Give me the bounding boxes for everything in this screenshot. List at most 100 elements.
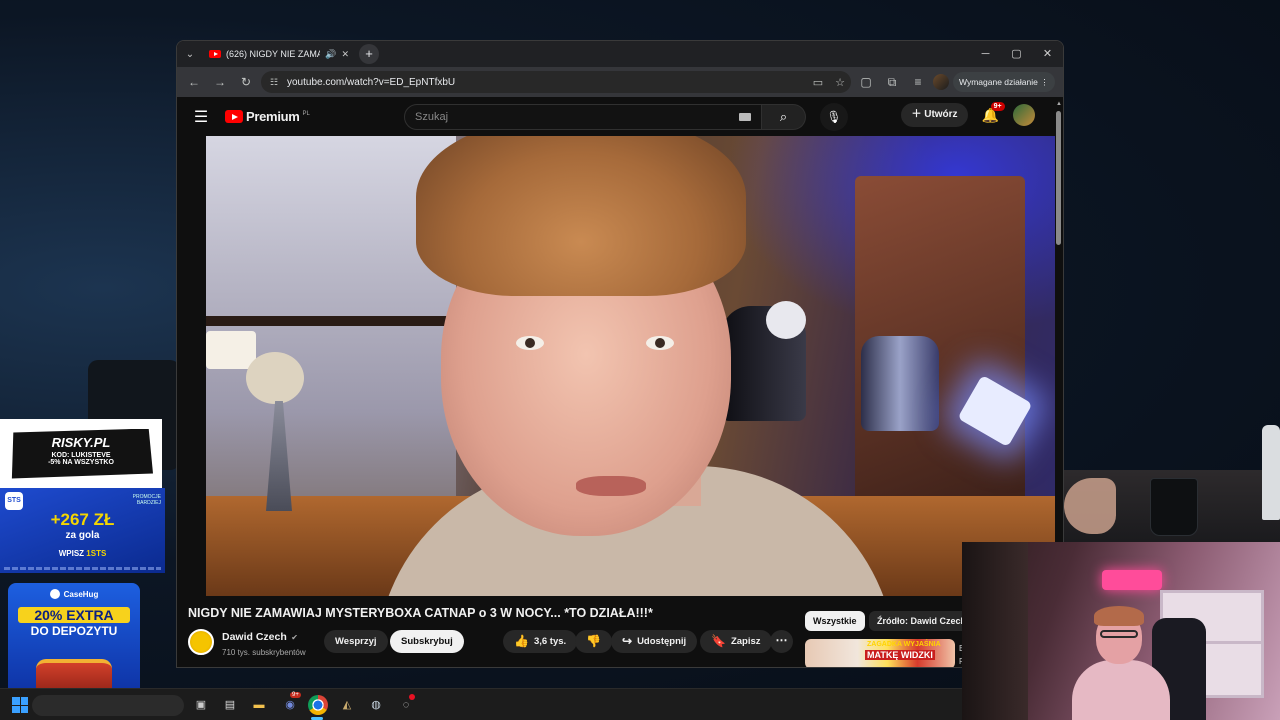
file-explorer-icon[interactable]: ▬ <box>249 695 269 715</box>
reload-icon[interactable]: ↻ <box>235 71 257 93</box>
support-button[interactable]: Wesprzyj <box>324 630 388 653</box>
channel-avatar[interactable] <box>188 629 214 655</box>
app-window-icon[interactable]: ▤ <box>220 695 240 715</box>
keyboard-icon[interactable] <box>739 113 751 121</box>
tab-title: (626) NIGDY NIE ZAMAWIAJ MYSTERYBOXA CAT… <box>226 49 321 59</box>
voice-search-button[interactable]: 🎙 <box>820 103 848 131</box>
header-actions: ＋ Utwórz 🔔 9+ <box>901 101 1035 127</box>
video-person-eye-left <box>516 336 544 350</box>
chrome-icon[interactable] <box>308 695 328 715</box>
subscribe-button[interactable]: Subskrybuj <box>390 630 464 653</box>
taskbar-search[interactable] <box>32 695 184 716</box>
streamer-webcam <box>962 542 1280 720</box>
youtube-header: ☰ Premium PL Szukaj ⌕ 🎙 ＋ Utwórz 🔔 9+ <box>177 97 1063 136</box>
video-person-eye-right <box>646 336 674 350</box>
sts-logo: STS <box>5 492 23 510</box>
new-tab-button[interactable]: + <box>359 44 379 64</box>
notifications-badge: 9+ <box>990 101 1005 111</box>
casehug-logo-icon <box>49 589 60 599</box>
webcam-person-hair <box>1094 606 1144 626</box>
like-button[interactable]: 👍 3,6 tys. <box>503 630 578 653</box>
risky-logo: RISKY.PL <box>51 434 111 450</box>
like-count: 3,6 tys. <box>533 636 567 647</box>
cast-icon[interactable]: ▭ <box>813 76 823 89</box>
share-icon: ↪ <box>622 634 633 648</box>
extensions-puzzle-icon[interactable]: ⧉ <box>881 71 903 93</box>
recommended-video-thumbnail[interactable]: ZAGADKA WYJAŚNIA MATKĘ WIDZKI <box>805 639 955 667</box>
discord-badge: 9+ <box>290 692 301 698</box>
browser-tab-active[interactable]: (626) NIGDY NIE ZAMAWIAJ MYSTERYBOXA CAT… <box>203 43 355 65</box>
close-window-button[interactable]: ✕ <box>1032 41 1063 67</box>
league-client-icon[interactable]: ◭ <box>337 695 357 715</box>
search-area: Szukaj ⌕ 🎙 <box>404 103 848 131</box>
media-control-icon[interactable]: ≡ <box>907 71 929 93</box>
search-button[interactable]: ⌕ <box>762 104 806 130</box>
microphone-icon: 🎙 <box>826 110 842 124</box>
more-actions-button[interactable]: ⋯ <box>770 630 793 653</box>
dislike-button[interactable]: 👎 <box>575 630 612 653</box>
background-hand <box>1064 478 1116 534</box>
video-title: NIGDY NIE ZAMAWIAJ MYSTERYBOXA CATNAP o … <box>188 606 653 620</box>
notifications-button[interactable]: 🔔 9+ <box>982 101 1005 124</box>
thumbs-down-icon: 👎 <box>586 634 601 648</box>
site-info-icon[interactable]: ☷ <box>267 75 281 89</box>
hamburger-menu-icon[interactable]: ☰ <box>189 107 213 127</box>
profile-avatar[interactable] <box>933 74 949 90</box>
youtube-logo[interactable]: Premium PL <box>225 109 310 124</box>
video-tripod-head <box>246 352 304 404</box>
tab-close-icon[interactable]: ✕ <box>341 49 349 60</box>
address-bar[interactable]: ☷ youtube.com/watch?v=ED_EpNTfxbU ▭ ☆ <box>261 71 851 93</box>
account-avatar[interactable] <box>1013 104 1035 126</box>
youtube-play-icon <box>225 110 243 123</box>
thumbnail-text-bottom: MATKĘ WIDZKI <box>865 650 935 660</box>
task-view-icon[interactable]: ▣ <box>191 695 211 715</box>
sts-code-prefix: WPISZ <box>58 549 85 558</box>
video-lamp <box>206 331 256 369</box>
save-label: Zapisz <box>730 636 761 647</box>
background-mug <box>1150 478 1198 536</box>
scroll-up-icon[interactable]: ▲ <box>1056 101 1062 107</box>
sts-subtitle: za gola <box>65 530 100 541</box>
video-shelf <box>206 316 466 326</box>
forward-icon[interactable]: → <box>209 71 231 93</box>
subscribe-label: Subskrybuj <box>401 636 453 647</box>
casehug-promo-banner: CaseHug 20% EXTRA DO DEPOZYTU <box>8 583 140 703</box>
search-input[interactable]: Szukaj <box>404 104 762 130</box>
more-dots-icon: ⋯ <box>775 633 788 647</box>
casehug-brand: CaseHug <box>63 589 99 599</box>
extension-icon[interactable]: ▢ <box>855 71 877 93</box>
webcam-neon-sign <box>1102 570 1162 590</box>
youtube-logo-text: Premium <box>246 109 300 124</box>
risky-promo-banner: RISKY.PL KOD: LUKISTEVE -5% NA WSZYSTKO <box>0 419 162 488</box>
channel-name[interactable]: Dawid Czech <box>222 631 287 643</box>
channel-info: Dawid Czech ✔ 710 tys. subskrybentów <box>188 627 306 657</box>
windows-start-icon[interactable] <box>12 697 28 713</box>
video-coffee-cap <box>766 301 806 339</box>
browser-toolbar: ← → ↻ ☷ youtube.com/watch?v=ED_EpNTfxbU … <box>177 67 1063 97</box>
background-bottle <box>1262 425 1280 520</box>
action-required-button[interactable]: Wymagane działanie ⋮ <box>953 72 1055 92</box>
page-scrollbar[interactable] <box>1056 111 1061 245</box>
subscriber-count: 710 tys. subskrybentów <box>222 648 306 657</box>
video-player[interactable] <box>206 136 1055 596</box>
save-button[interactable]: 🔖 Zapisz <box>700 630 772 653</box>
webcam-door <box>962 542 1028 720</box>
share-button[interactable]: ↪ Udostępnij <box>611 630 698 653</box>
audio-playing-icon[interactable]: 🔊 <box>325 49 336 60</box>
chip-source-channel[interactable]: Źródło: Dawid Czech <box>869 611 975 631</box>
minimize-button[interactable]: ─ <box>970 41 1001 67</box>
bookmark-star-icon[interactable]: ☆ <box>835 76 845 89</box>
menu-dots-icon: ⋮ <box>1040 77 1049 87</box>
discord-icon[interactable]: ◉ <box>280 695 300 715</box>
country-code: PL <box>302 111 310 117</box>
back-icon[interactable]: ← <box>183 71 205 93</box>
steam-icon[interactable]: ◍ <box>366 695 386 715</box>
create-button[interactable]: ＋ Utwórz <box>901 103 968 127</box>
browser-window: ⌄ (626) NIGDY NIE ZAMAWIAJ MYSTERYBOXA C… <box>176 40 1064 668</box>
tab-search-button[interactable]: ⌄ <box>177 49 203 60</box>
webcam-person <box>1072 606 1170 720</box>
share-label: Udostępnij <box>637 636 687 647</box>
maximize-button[interactable]: ▢ <box>1001 41 1032 67</box>
chip-all[interactable]: Wszystkie <box>805 611 865 631</box>
thumbs-up-icon: 👍 <box>514 634 529 648</box>
